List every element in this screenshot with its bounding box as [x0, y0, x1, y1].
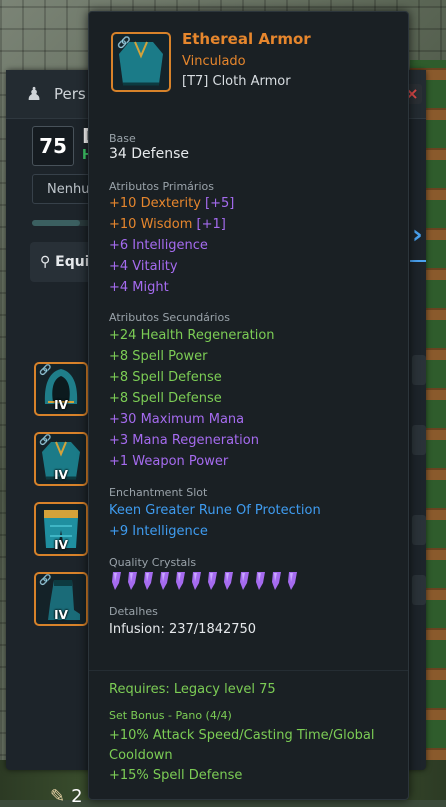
requirement-text: Requires: Legacy level 75	[109, 682, 276, 697]
item-type: [T7] Cloth Armor	[182, 74, 291, 89]
set-bonus: +15% Spell Defense	[109, 768, 243, 783]
primary-attribute-value: +10 Wisdom	[109, 217, 193, 232]
set-bonus-label: Set Bonus - Pano (4/4)	[109, 709, 232, 722]
details-label: Detalhes	[109, 605, 158, 618]
primary-attribute: +6 Intelligence	[109, 238, 208, 253]
equip-slot-hood[interactable]: 🔗 IV	[34, 362, 88, 416]
secondary-attribute: +24 Health Regeneration	[109, 328, 275, 343]
secondary-attribute: +8 Spell Defense	[109, 391, 222, 406]
slot-tier: IV	[54, 608, 68, 622]
quality-crystal-icon	[288, 572, 297, 590]
character-level: 75	[32, 126, 74, 166]
quality-crystal-icon	[128, 572, 137, 590]
quality-crystal-icon	[160, 572, 169, 590]
primary-attributes-label: Atributos Primários	[109, 180, 214, 193]
link-icon: 🔗	[117, 36, 131, 49]
link-icon: 🔗	[39, 575, 52, 586]
secondary-attribute: +1 Weapon Power	[109, 454, 229, 469]
enchantment-label: Enchantment Slot	[109, 486, 208, 499]
quality-crystal-icon	[192, 572, 201, 590]
item-tooltip: 🔗 IV Ethereal Armor Vinculado [T7] Cloth…	[88, 11, 409, 800]
quality-crystal-icon	[224, 572, 233, 590]
item-name: Ethereal Armor	[182, 30, 311, 48]
primary-attribute: +4 Vitality	[109, 259, 178, 274]
quality-crystals-label: Quality Crystals	[109, 556, 197, 569]
quality-crystal-icon	[112, 572, 121, 590]
quality-crystal-icon	[208, 572, 217, 590]
equipment-tab-icon: ⚲	[40, 254, 56, 270]
pen-icon: ✎	[50, 786, 66, 807]
link-icon: 🔗	[39, 435, 52, 446]
equipment-tab-label: Equi	[55, 254, 90, 270]
secondary-attribute: +3 Mana Regeneration	[109, 433, 259, 448]
side-widget[interactable]	[412, 425, 426, 455]
equip-slot-armor[interactable]: 🔗 IV	[34, 432, 88, 486]
item-tier: IV	[169, 73, 171, 88]
slot-tier: IV	[54, 398, 68, 412]
primary-attribute: +10 Dexterity [+5]	[109, 196, 234, 211]
primary-attribute-bonus: [+1]	[196, 217, 226, 232]
tab-underline	[410, 260, 426, 262]
base-value: 34 Defense	[109, 146, 189, 162]
quality-crystal-icon	[272, 572, 281, 590]
equip-slot-boots[interactable]: 🔗 IV	[34, 572, 88, 626]
bottom-stat-value: 2	[71, 786, 83, 807]
base-label: Base	[109, 132, 136, 145]
quality-crystal-icon	[240, 572, 249, 590]
slot-tier: IV	[54, 468, 68, 482]
primary-attribute-bonus: [+5]	[205, 196, 235, 211]
chevron-right-icon[interactable]: ›	[412, 220, 423, 250]
person-icon: ♟	[26, 84, 43, 105]
quality-crystals	[109, 571, 299, 593]
secondary-attribute: +8 Spell Power	[109, 349, 208, 364]
link-icon: 🔗	[39, 365, 52, 376]
enchantment-name: Keen Greater Rune Of Protection	[109, 503, 321, 518]
side-widget[interactable]	[412, 575, 426, 605]
panel-title: Pers	[54, 85, 86, 103]
side-widget[interactable]	[412, 515, 426, 545]
item-bound-status: Vinculado	[182, 54, 246, 69]
primary-attribute: +4 Might	[109, 280, 169, 295]
divider	[89, 670, 408, 671]
item-icon: 🔗 IV	[111, 32, 171, 92]
side-widget[interactable]	[412, 355, 426, 385]
equip-slot-legs[interactable]: IV	[34, 502, 88, 556]
bottom-stat: ✎ 2	[50, 786, 83, 807]
set-bonus: +10% Attack Speed/Casting Time/Global Co…	[109, 728, 375, 763]
quality-crystal-icon	[144, 572, 153, 590]
secondary-attribute: +8 Spell Defense	[109, 370, 222, 385]
slot-tier: IV	[54, 538, 68, 552]
infusion-value: Infusion: 237/1842750	[109, 622, 257, 637]
enchantment-stat: +9 Intelligence	[109, 524, 208, 539]
quality-crystal-icon	[256, 572, 265, 590]
primary-attribute: +10 Wisdom [+1]	[109, 217, 226, 232]
quality-crystal-icon	[176, 572, 185, 590]
secondary-attribute: +30 Maximum Mana	[109, 412, 245, 427]
secondary-attributes-label: Atributos Secundários	[109, 311, 230, 324]
primary-attribute-value: +10 Dexterity	[109, 196, 201, 211]
